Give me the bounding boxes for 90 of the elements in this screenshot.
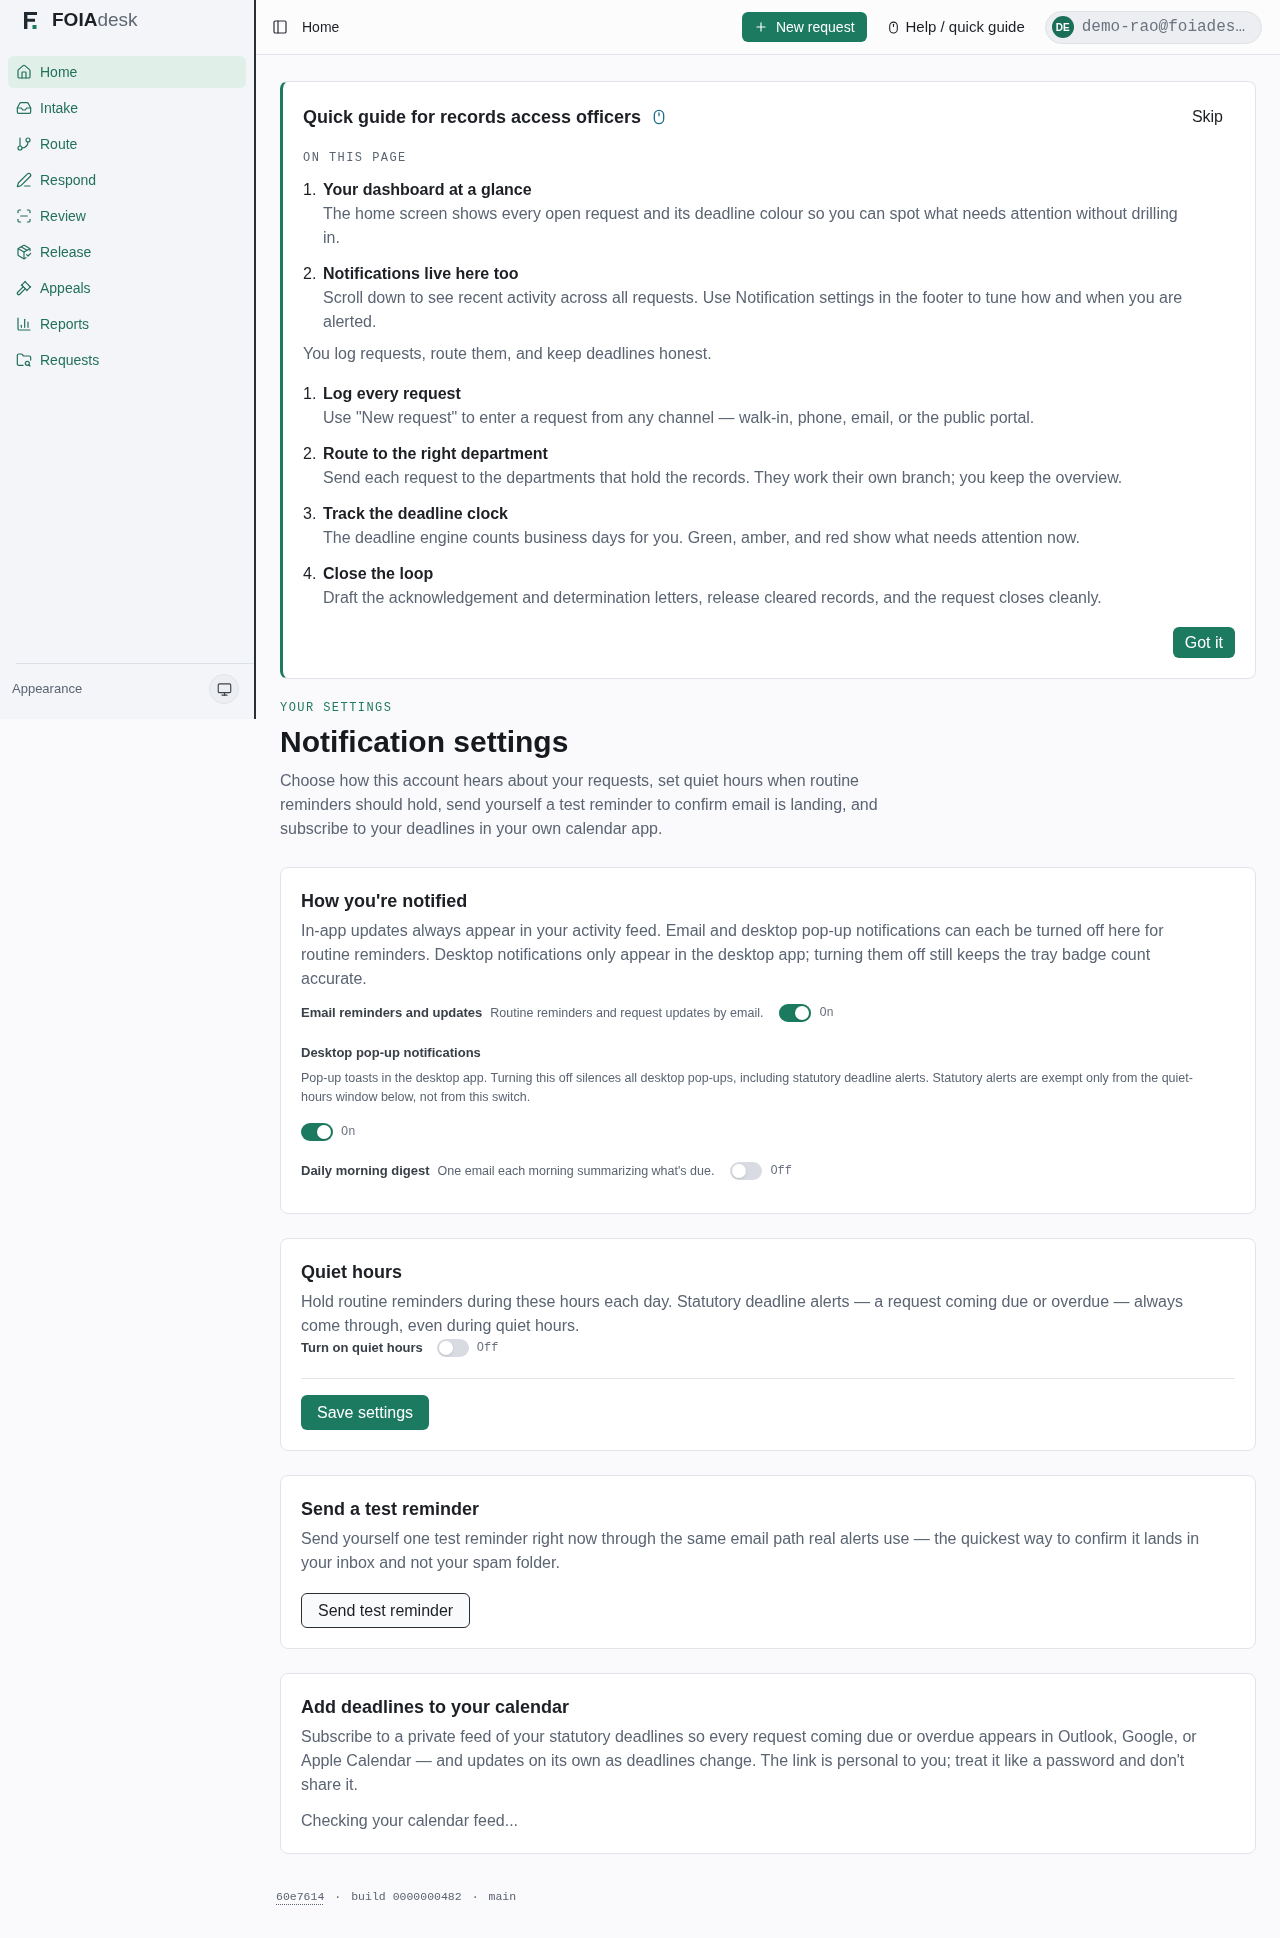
- guide-step-title: Log every request: [323, 384, 462, 404]
- guide-step-text: Use "New request" to enter a request from any channel — walk-in, phone, email, or the public portal.: [323, 408, 1036, 428]
- nav-item[interactable]: Intake: [8, 92, 246, 124]
- toggle-label: Daily morning digest: [301, 1162, 430, 1181]
- inbox-icon: [16, 100, 32, 116]
- page-title: Notification settings: [280, 724, 570, 760]
- guide-step-title: Track the deadline clock: [323, 504, 509, 524]
- guide-step-text: The deadline engine counts business days for you. Green, amber, and red show what needs attention now.: [323, 528, 1081, 548]
- list-number: 1.: [303, 180, 318, 200]
- appearance-button[interactable]: [209, 674, 239, 704]
- toggle-description: Pop-up toasts in the desktop app. Turning this off silences all desktop pop-ups, including statutory deadline alerts. Statutory alerts are exempt only from the quiet-hours window below, not from this switch.: [301, 1070, 1194, 1106]
- toggle-switch[interactable]: [730, 1162, 763, 1180]
- card-title: Send a test reminder: [301, 1498, 481, 1521]
- list-number: 2.: [303, 264, 318, 284]
- list-number: 2.: [303, 444, 318, 464]
- mouse-icon: [886, 20, 900, 34]
- guide-item-text: The home screen shows every open request and its deadline colour so you can spot what needs attention without drilling in.: [323, 204, 1179, 248]
- send-test-button[interactable]: Send test reminder: [301, 1593, 471, 1628]
- nav-item[interactable]: Review: [8, 200, 246, 232]
- appearance-label: Appearance: [12, 680, 83, 699]
- section-label: ON THIS PAGE: [303, 150, 408, 166]
- toggle-switch[interactable]: [779, 1004, 812, 1022]
- card-description: Hold routine reminders during these hours each day. Statutory deadline alerts — a request coming due or overdue — always come through, even during quiet hours.: [301, 1292, 1184, 1336]
- card-description: In-app updates always appear in your activity feed. Email and desktop pop-up notifications can each be turned off here for routine reminders. Desktop notifications only appear in the desktop app; turning them off still keeps the tray badge count accurate.: [301, 921, 1165, 989]
- guide-step-text: Draft the acknowledgement and determination letters, release cleared records, and the request closes cleanly.: [323, 588, 1103, 608]
- guide-item-title: Your dashboard at a glance: [323, 180, 533, 200]
- status-text: Checking your calendar feed...: [301, 1811, 519, 1831]
- toggle-label: Desktop pop-up notifications: [301, 1044, 482, 1062]
- guide-title: Quick guide for records access officers: [303, 106, 642, 129]
- toggle-label: Turn on quiet hours: [301, 1339, 423, 1358]
- monitor-icon: [216, 681, 232, 697]
- guide-item-text: Scroll down to see recent activity across all requests. Use Notification settings in the footer to tune how and when you are alerted.: [323, 288, 1184, 332]
- toggle-switch[interactable]: [436, 1339, 469, 1357]
- package-icon: [16, 244, 32, 260]
- guide-intro: You log requests, route them, and keep deadlines honest.: [303, 344, 713, 364]
- branch-icon: [16, 136, 32, 152]
- gavel-icon: [16, 280, 32, 296]
- guide-step-title: Close the loop: [323, 564, 435, 584]
- nav-item[interactable]: Reports: [8, 308, 246, 340]
- save-button[interactable]: Save settings: [301, 1395, 430, 1430]
- nav-item[interactable]: Appeals: [8, 272, 246, 304]
- got-it-button[interactable]: Got it: [1172, 627, 1235, 658]
- plus-icon: [753, 20, 768, 34]
- nav-item[interactable]: Respond: [8, 164, 246, 196]
- toggle-description: Routine reminders and request updates by email.: [490, 1004, 764, 1022]
- folder-search-icon: [16, 352, 32, 368]
- card-title: Add deadlines to your calendar: [301, 1696, 571, 1719]
- toggle-state: On: [819, 1005, 834, 1022]
- toggle-label: Email reminders and updates: [301, 1004, 483, 1023]
- page-intro: Choose how this account hears about your requests, set quiet hours when routine reminders should hold, send yourself a test reminder to confirm email is landing, and subscribe to your deadlines in your own calendar app.: [280, 771, 879, 839]
- guide-step-title: Route to the right department: [323, 444, 549, 464]
- pencil-icon: [16, 172, 32, 188]
- card-title: How you're notified: [301, 890, 469, 913]
- card-description: Subscribe to a private feed of your statutory deadlines so every request coming due or overdue appears in Outlook, Google, or Apple Calendar — and updates on its own as deadlines change. The link is personal to you; treat it like a password and don't share it.: [301, 1727, 1198, 1795]
- list-number: 3.: [303, 504, 318, 524]
- separator: ·: [334, 1889, 342, 1905]
- card-title: Quiet hours: [301, 1261, 403, 1284]
- toggle-state: Off: [476, 1340, 499, 1357]
- user-email: demo-rao@foiades…: [1081, 17, 1245, 38]
- guide-item-title: Notifications live here too: [323, 264, 520, 284]
- guide-step-text: Send each request to the departments that hold the records. They work their own branch; you keep the overview.: [323, 468, 1124, 488]
- toggle-switch[interactable]: [301, 1123, 333, 1141]
- new-request-button[interactable]: New request: [741, 12, 867, 42]
- nav-item[interactable]: Home: [8, 56, 246, 88]
- build-info: build 0000000482: [351, 1889, 462, 1905]
- toggle-state: On: [341, 1124, 356, 1141]
- list-number: 1.: [303, 384, 318, 404]
- commit-link[interactable]: 60e7614: [276, 1889, 325, 1905]
- logo-icon: [24, 11, 39, 29]
- brand-name: FOIAdesk: [52, 7, 138, 32]
- nav-item[interactable]: Requests: [8, 344, 246, 376]
- panel-icon: [272, 19, 288, 35]
- avatar: DE: [1051, 16, 1074, 38]
- nav-item[interactable]: Release: [8, 236, 246, 268]
- separator: ·: [471, 1889, 479, 1905]
- home-icon: [16, 64, 32, 80]
- toggle-state: Off: [770, 1163, 792, 1180]
- card-description: Send yourself one test reminder right now through the same email path real alerts use — the quickest way to confirm it lands in your inbox and not your spam folder.: [301, 1529, 1201, 1573]
- build-info: main: [488, 1889, 517, 1905]
- toggle-description: One email each morning summarizing what's due.: [437, 1162, 715, 1180]
- scan-icon: [16, 208, 32, 224]
- nav-item[interactable]: Route: [8, 128, 246, 160]
- skip-button[interactable]: Skip: [1179, 101, 1235, 133]
- bar-chart-icon: [16, 316, 32, 332]
- help-button[interactable]: Help / quick guide: [886, 15, 1025, 39]
- list-number: 4.: [303, 564, 318, 584]
- sidebar-toggle-button[interactable]: [272, 19, 288, 35]
- user-menu-button[interactable]: DE demo-rao@foiades…: [1044, 10, 1262, 44]
- breadcrumb: Home: [302, 17, 340, 37]
- eyebrow-label: YOUR SETTINGS: [280, 700, 394, 716]
